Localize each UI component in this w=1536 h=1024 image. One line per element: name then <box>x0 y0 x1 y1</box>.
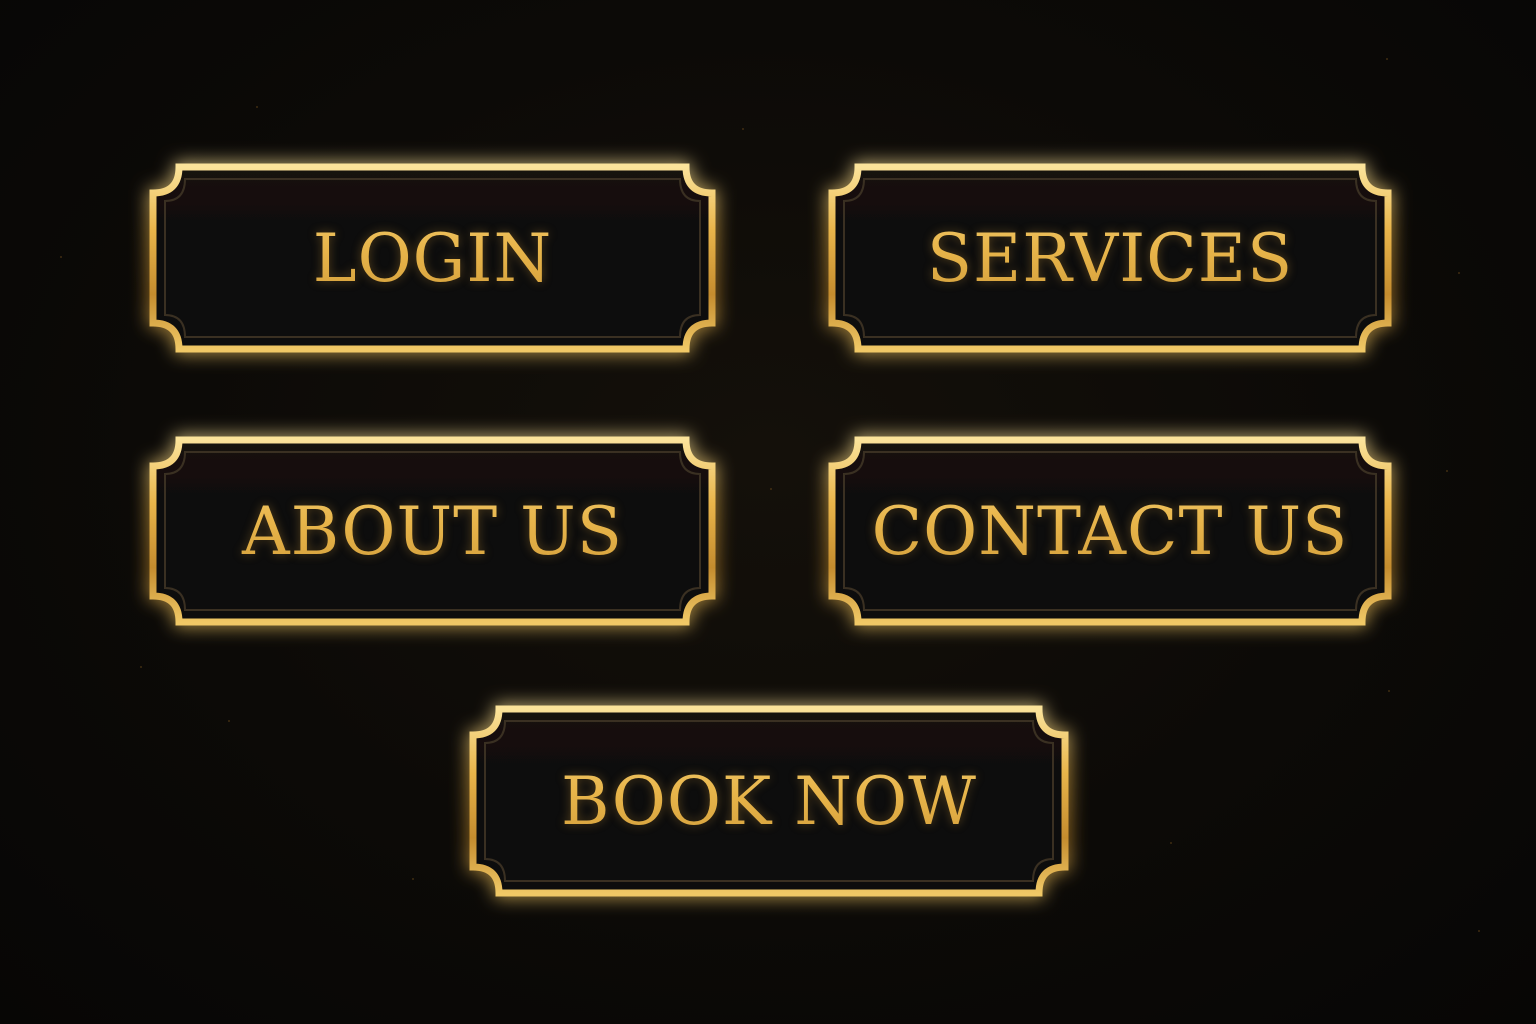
book-now-button-label: BOOK NOW <box>469 705 1069 897</box>
background-speck <box>742 128 744 130</box>
contact-us-button[interactable]: CONTACT US <box>828 436 1392 626</box>
background-speck <box>1446 470 1448 472</box>
about-us-button[interactable]: ABOUT US <box>149 436 716 626</box>
background-speck <box>770 488 772 490</box>
background-speck <box>1388 690 1390 692</box>
background-speck <box>140 666 142 668</box>
button-showcase-canvas: LOGIN SERVICES ABOUT US CONTACT US BOOK … <box>0 0 1536 1024</box>
contact-us-button-label: CONTACT US <box>828 436 1392 626</box>
book-now-button[interactable]: BOOK NOW <box>469 705 1069 897</box>
about-us-button-label: ABOUT US <box>149 436 716 626</box>
background-speck <box>1478 930 1480 932</box>
services-button[interactable]: SERVICES <box>828 163 1392 353</box>
background-speck <box>1458 272 1460 274</box>
background-speck <box>60 256 62 258</box>
services-button-label: SERVICES <box>828 163 1392 353</box>
background-speck <box>1170 842 1172 844</box>
login-button-label: LOGIN <box>149 163 716 353</box>
background-speck <box>412 878 414 880</box>
background-speck <box>1386 58 1388 60</box>
background-speck <box>256 106 258 108</box>
background-speck <box>228 720 230 722</box>
login-button[interactable]: LOGIN <box>149 163 716 353</box>
